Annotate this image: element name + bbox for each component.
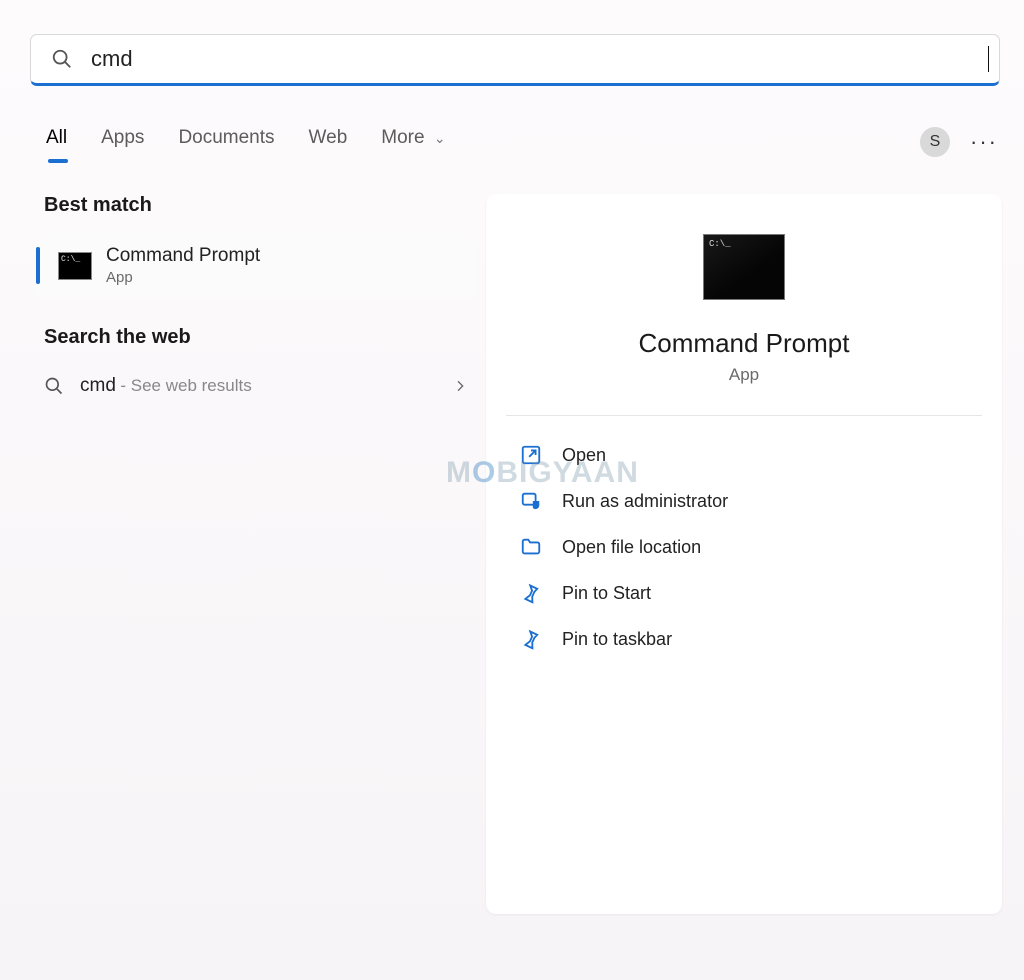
user-avatar[interactable]: S [920, 127, 950, 157]
action-open-location[interactable]: Open file location [512, 526, 1002, 568]
web-search-result[interactable]: cmd - See web results [36, 365, 476, 407]
best-match-subtitle: App [106, 269, 260, 286]
preview-subtitle: App [729, 365, 759, 385]
best-match-title: Command Prompt [106, 245, 260, 267]
action-label: Open [562, 445, 606, 466]
action-label: Run as administrator [562, 491, 728, 512]
action-label: Pin to Start [562, 583, 651, 604]
preview-title: Command Prompt [639, 328, 850, 359]
tab-more-label: More [381, 127, 424, 148]
divider [506, 415, 982, 416]
open-icon [520, 444, 542, 466]
tab-all[interactable]: All [46, 127, 67, 157]
results-list: Best match Command Prompt App Search the… [36, 194, 476, 914]
best-match-result[interactable]: Command Prompt App [36, 233, 476, 298]
action-run-admin[interactable]: Run as administrator [512, 480, 1002, 522]
action-pin-start[interactable]: Pin to Start [512, 572, 1002, 614]
tab-apps[interactable]: Apps [101, 127, 144, 157]
folder-icon [520, 536, 542, 558]
section-search-web: Search the web [44, 326, 476, 349]
search-icon [51, 48, 73, 70]
command-prompt-icon [58, 252, 92, 280]
command-prompt-icon [703, 234, 785, 300]
preview-actions: Open Run as administrator Open file loca… [512, 434, 1002, 660]
preview-pane: Command Prompt App Open Run as administr… [486, 194, 1002, 914]
filter-tabs-row: All Apps Documents Web More ⌄ S ··· [46, 120, 998, 164]
action-open[interactable]: Open [512, 434, 1002, 476]
text-caret [988, 46, 989, 72]
tab-documents[interactable]: Documents [178, 127, 274, 157]
web-query: cmd [80, 375, 116, 396]
web-hint: - See web results [120, 376, 251, 395]
search-box[interactable] [30, 34, 1000, 86]
shield-admin-icon [520, 490, 542, 512]
pin-icon [520, 582, 542, 604]
search-input[interactable] [91, 46, 992, 72]
section-best-match: Best match [44, 194, 476, 217]
more-options-button[interactable]: ··· [970, 129, 998, 155]
tab-more[interactable]: More ⌄ [381, 127, 445, 157]
pin-icon [520, 628, 542, 650]
search-icon [44, 376, 64, 396]
action-pin-taskbar[interactable]: Pin to taskbar [512, 618, 1002, 660]
chevron-right-icon [452, 378, 468, 394]
action-label: Pin to taskbar [562, 629, 672, 650]
chevron-down-icon: ⌄ [434, 130, 446, 146]
action-label: Open file location [562, 537, 701, 558]
tab-web[interactable]: Web [309, 127, 348, 157]
